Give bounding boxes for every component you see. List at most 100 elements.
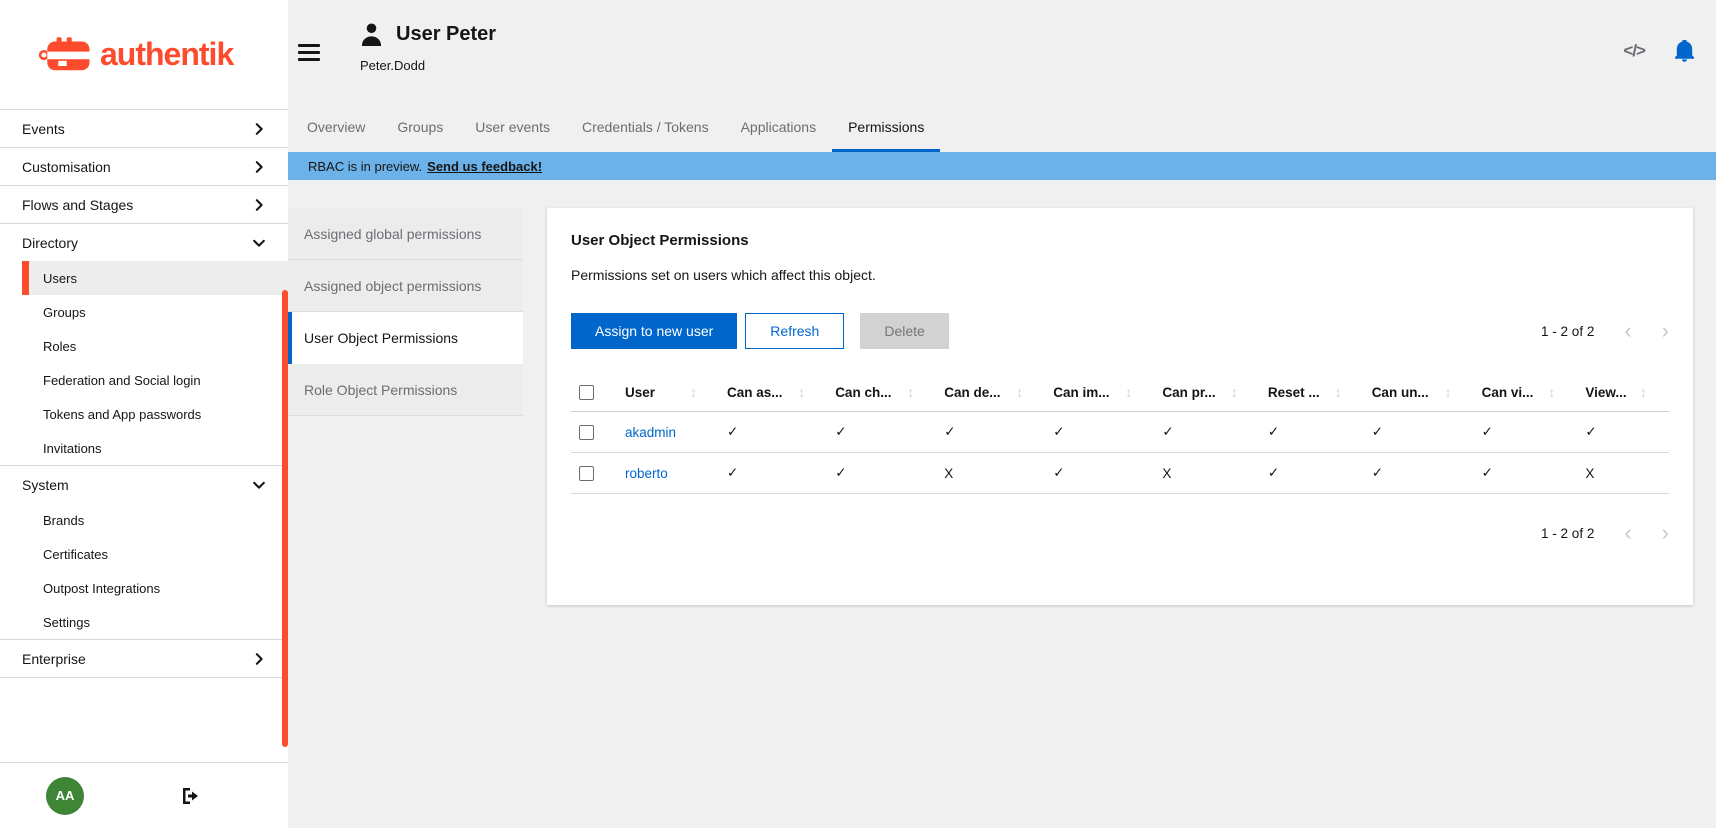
sidebar-item-label: Roles — [43, 339, 76, 354]
sidebar-item-customisation[interactable]: Customisation — [0, 148, 288, 185]
sort-icon[interactable]: ↕ — [1335, 384, 1342, 400]
subtab-user-object-permissions[interactable]: User Object Permissions — [288, 312, 523, 364]
rbac-preview-banner: RBAC is in preview. Send us feedback! — [288, 152, 1716, 180]
sidebar-item-federation[interactable]: Federation and Social login — [0, 363, 288, 397]
sidebar-item-label: Invitations — [43, 441, 102, 456]
tab-label: Applications — [741, 119, 817, 135]
sort-icon[interactable]: ↕ — [907, 384, 914, 400]
sidebar-item-invitations[interactable]: Invitations — [0, 431, 288, 465]
permission-subtabs: Assigned global permissions Assigned obj… — [288, 208, 523, 416]
user-object-permissions-card: User Object Permissions Permissions set … — [547, 208, 1693, 605]
sidebar-item-label: Settings — [43, 615, 90, 630]
sidebar-item-brands[interactable]: Brands — [0, 503, 288, 537]
tab-applications[interactable]: Applications — [725, 105, 833, 152]
sidebar-item-roles[interactable]: Roles — [0, 329, 288, 363]
subtab-assigned-global-permissions[interactable]: Assigned global permissions — [288, 208, 523, 260]
sidebar-item-label: Tokens and App passwords — [43, 407, 201, 422]
subtab-role-object-permissions[interactable]: Role Object Permissions — [288, 364, 523, 416]
user-icon — [360, 22, 383, 47]
sign-out-icon[interactable] — [180, 786, 200, 806]
refresh-button[interactable]: Refresh — [745, 313, 844, 349]
hamburger-menu-icon[interactable] — [298, 44, 320, 65]
page-title: User Peter — [396, 23, 496, 46]
column-header: Can ch... — [835, 385, 891, 400]
table-row: akadmin ✓ ✓ ✓ ✓ ✓ ✓ ✓ ✓ ✓ — [571, 412, 1669, 453]
permission-value: ✓ — [1154, 412, 1260, 453]
pagination-label: 1 - 2 of 2 — [1541, 324, 1594, 339]
card-description: Permissions set on users which affect th… — [571, 267, 1669, 283]
sort-icon[interactable]: ↕ — [1445, 384, 1452, 400]
pagination-prev-button[interactable]: ‹ — [1624, 320, 1631, 342]
sidebar-item-system[interactable]: System — [0, 466, 288, 503]
select-all-checkbox[interactable] — [579, 385, 594, 400]
avatar[interactable]: AA — [46, 777, 84, 815]
sidebar-item-flows-and-stages[interactable]: Flows and Stages — [0, 186, 288, 223]
permission-value: ✓ — [1045, 412, 1154, 453]
permission-value: X — [1577, 453, 1669, 494]
table-header-row: User↕ Can as...↕ Can ch...↕ Can de...↕ C… — [571, 373, 1669, 412]
permission-value: X — [936, 453, 1045, 494]
pagination-next-button[interactable]: › — [1662, 522, 1669, 544]
main-area: User Peter Peter.Dodd </> Overview Group… — [288, 0, 1716, 828]
tab-user-events[interactable]: User events — [459, 105, 566, 152]
chevron-down-icon — [252, 236, 266, 250]
sidebar-item-enterprise[interactable]: Enterprise — [0, 640, 288, 677]
tab-credentials-tokens[interactable]: Credentials / Tokens — [566, 105, 725, 152]
permission-value: ✓ — [1260, 453, 1364, 494]
row-checkbox[interactable] — [579, 425, 594, 440]
sort-icon[interactable]: ↕ — [1231, 384, 1238, 400]
sidebar-nav: Events Customisation Flows and Stages Di… — [0, 109, 288, 678]
sidebar-item-outpost-integrations[interactable]: Outpost Integrations — [0, 571, 288, 605]
delete-button[interactable]: Delete — [860, 313, 948, 349]
sidebar-item-events[interactable]: Events — [0, 110, 288, 147]
banner-text: RBAC is in preview. — [308, 159, 422, 174]
column-header: View... — [1585, 385, 1626, 400]
tab-bar: Overview Groups User events Credentials … — [288, 105, 1716, 152]
sidebar-item-label: Enterprise — [22, 651, 86, 667]
sidebar-item-certificates[interactable]: Certificates — [0, 537, 288, 571]
tab-overview[interactable]: Overview — [291, 105, 381, 152]
tab-label: Groups — [397, 119, 443, 135]
sidebar-item-label: Outpost Integrations — [43, 581, 160, 596]
sort-icon[interactable]: ↕ — [1640, 384, 1647, 400]
user-link-roberto[interactable]: roberto — [625, 466, 668, 481]
content-area: Assigned global permissions Assigned obj… — [288, 180, 1716, 828]
sidebar-item-directory[interactable]: Directory — [0, 224, 288, 261]
permission-value: ✓ — [1364, 453, 1474, 494]
subtab-label: Role Object Permissions — [304, 382, 457, 398]
sort-icon[interactable]: ↕ — [1548, 384, 1555, 400]
sort-icon[interactable]: ↕ — [798, 384, 805, 400]
sort-icon[interactable]: ↕ — [1125, 384, 1132, 400]
send-feedback-link[interactable]: Send us feedback! — [427, 159, 542, 174]
sort-icon[interactable]: ↕ — [1016, 384, 1023, 400]
sort-icon[interactable]: ↕ — [690, 384, 697, 400]
tab-groups[interactable]: Groups — [381, 105, 459, 152]
subtab-assigned-object-permissions[interactable]: Assigned object permissions — [288, 260, 523, 312]
tab-permissions[interactable]: Permissions — [832, 105, 940, 152]
sidebar-scrollbar[interactable] — [282, 290, 288, 747]
sidebar-item-groups[interactable]: Groups — [0, 295, 288, 329]
pagination-top: 1 - 2 of 2 ‹ › — [1541, 320, 1669, 342]
permission-value: ✓ — [827, 453, 936, 494]
sidebar-item-tokens[interactable]: Tokens and App passwords — [0, 397, 288, 431]
pagination-label: 1 - 2 of 2 — [1541, 526, 1594, 541]
sidebar-item-label: Groups — [43, 305, 86, 320]
assign-to-new-user-button[interactable]: Assign to new user — [571, 313, 737, 349]
app-window: authentik Events Customisation Flows and… — [0, 0, 1716, 828]
sidebar-item-settings[interactable]: Settings — [0, 605, 288, 639]
row-checkbox[interactable] — [579, 466, 594, 481]
notification-bell-icon[interactable] — [1675, 40, 1694, 62]
brand-logo[interactable]: authentik — [0, 0, 288, 109]
api-code-icon[interactable]: </> — [1623, 41, 1645, 61]
column-header: Can im... — [1053, 385, 1109, 400]
column-header: Can as... — [727, 385, 783, 400]
pagination-next-button[interactable]: › — [1662, 320, 1669, 342]
user-link-akadmin[interactable]: akadmin — [625, 425, 676, 440]
page-subtitle: Peter.Dodd — [360, 58, 496, 73]
column-header: Can vi... — [1482, 385, 1534, 400]
tab-label: Overview — [307, 119, 365, 135]
column-header: Reset ... — [1268, 385, 1320, 400]
chevron-right-icon — [252, 198, 266, 212]
pagination-prev-button[interactable]: ‹ — [1624, 522, 1631, 544]
sidebar-item-users[interactable]: Users — [22, 261, 288, 295]
